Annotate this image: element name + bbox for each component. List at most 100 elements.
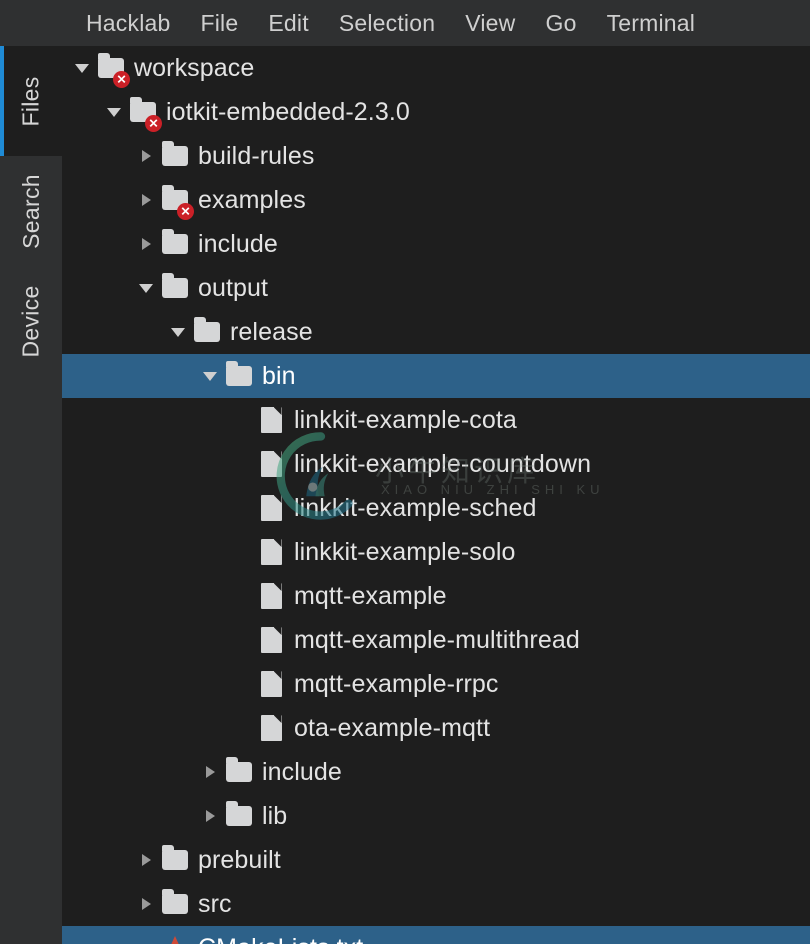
menu-item-selection[interactable]: Selection (339, 11, 435, 35)
tree-row[interactable]: prebuilt (62, 838, 810, 882)
error-badge-x: ✕ (148, 116, 159, 130)
tree-row-label: prebuilt (198, 845, 281, 874)
menu-bar: Hacklab File Edit Selection View Go Terminal (0, 0, 810, 46)
tree-row-label: linkkit-example-cota (294, 405, 517, 434)
folder-icon (222, 794, 256, 838)
tree-row[interactable]: linkkit-example-countdown (62, 442, 810, 486)
folder-icon (158, 222, 192, 266)
folder-glyph (162, 889, 188, 914)
file-icon (254, 442, 288, 486)
chevron-down-icon[interactable] (70, 46, 94, 90)
folder-icon (222, 750, 256, 794)
activity-tab-label: Files (17, 75, 44, 127)
folder-icon (190, 310, 224, 354)
tree-row[interactable]: build-rules (62, 134, 810, 178)
file-icon (254, 706, 288, 750)
twisty-placeholder (230, 398, 254, 442)
file-glyph (260, 495, 282, 521)
file-glyph (260, 627, 282, 653)
cmake-icon (158, 926, 192, 944)
twisty-placeholder (230, 486, 254, 530)
chevron-right-icon[interactable] (134, 178, 158, 222)
chevron-down-icon[interactable] (166, 310, 190, 354)
tree-row[interactable]: bin (62, 354, 810, 398)
chevron-down-icon[interactable] (198, 354, 222, 398)
file-glyph (260, 407, 282, 433)
twisty-placeholder (230, 530, 254, 574)
folder-glyph (226, 801, 252, 826)
tree-row[interactable]: linkkit-example-solo (62, 530, 810, 574)
menu-item-hacklab[interactable]: Hacklab (86, 11, 171, 35)
tree-row[interactable]: lib (62, 794, 810, 838)
folder-icon (222, 354, 256, 398)
tree-row[interactable]: ✕ examples (62, 178, 810, 222)
file-icon (254, 618, 288, 662)
tree-row-label: bin (262, 361, 296, 390)
folder-icon: ✕ (94, 46, 130, 90)
tree-row[interactable]: release (62, 310, 810, 354)
file-glyph (260, 583, 282, 609)
tree-row-label: include (262, 757, 342, 786)
chevron-right-icon[interactable] (134, 838, 158, 882)
error-badge-icon: ✕ (145, 115, 162, 132)
tree-row-label: mqtt-example-multithread (294, 625, 580, 654)
folder-glyph (162, 845, 188, 870)
cmake-glyph (164, 936, 186, 944)
tree-row-label: ota-example-mqtt (294, 713, 491, 742)
menu-item-file[interactable]: File (201, 11, 239, 35)
file-icon (254, 574, 288, 618)
menu-item-go[interactable]: Go (545, 11, 576, 35)
chevron-right-icon[interactable] (198, 750, 222, 794)
tree-row[interactable]: CMakeLists.txt (62, 926, 810, 944)
chevron-right-icon[interactable] (134, 134, 158, 178)
activity-tab-search[interactable]: Search (0, 156, 62, 266)
tree-row-label: workspace (134, 53, 255, 82)
tree-row-label: linkkit-example-countdown (294, 449, 592, 478)
file-icon (254, 662, 288, 706)
menu-item-terminal[interactable]: Terminal (607, 11, 696, 35)
tree-row[interactable]: ✕ workspace (62, 46, 810, 90)
menu-item-edit[interactable]: Edit (268, 11, 308, 35)
twisty-placeholder (230, 618, 254, 662)
file-glyph (260, 539, 282, 565)
chevron-down-icon[interactable] (134, 266, 158, 310)
file-explorer-tree[interactable]: ✕ workspace ✕ iotkit-embedded-2.3.0 build-ru… (62, 46, 810, 944)
activity-tab-label: Search (17, 173, 44, 249)
tree-row[interactable]: src (62, 882, 810, 926)
tree-row-label: release (230, 317, 313, 346)
activity-tab-files[interactable]: Files (0, 46, 62, 156)
tree-row[interactable]: ✕ iotkit-embedded-2.3.0 (62, 90, 810, 134)
tree-row[interactable]: mqtt-example-rrpc (62, 662, 810, 706)
activity-bar: Files Search Device (0, 46, 62, 944)
menu-item-view[interactable]: View (465, 11, 515, 35)
activity-tab-device[interactable]: Device (0, 266, 62, 376)
chevron-right-icon[interactable] (198, 794, 222, 838)
tree-row[interactable]: mqtt-example (62, 574, 810, 618)
chevron-right-icon[interactable] (134, 882, 158, 926)
tree-row[interactable]: ota-example-mqtt (62, 706, 810, 750)
file-glyph (260, 715, 282, 741)
tree-row-label: include (198, 229, 278, 258)
tree-row[interactable]: include (62, 750, 810, 794)
tree-row-label: mqtt-example (294, 581, 447, 610)
tree-row[interactable]: mqtt-example-multithread (62, 618, 810, 662)
twisty-placeholder (230, 442, 254, 486)
tree-row[interactable]: linkkit-example-sched (62, 486, 810, 530)
folder-glyph (226, 757, 252, 782)
file-glyph (260, 451, 282, 477)
error-badge-icon: ✕ (177, 203, 194, 220)
folder-icon: ✕ (126, 90, 162, 134)
chevron-right-icon[interactable] (134, 222, 158, 266)
tree-row[interactable]: linkkit-example-cota (62, 398, 810, 442)
tree-row[interactable]: output (62, 266, 810, 310)
twisty-placeholder (230, 662, 254, 706)
tree-row-label: linkkit-example-solo (294, 537, 516, 566)
tree-row-label: build-rules (198, 141, 315, 170)
chevron-down-icon[interactable] (102, 90, 126, 134)
tree-row-label: output (198, 273, 269, 302)
tree-row[interactable]: include (62, 222, 810, 266)
error-badge-icon: ✕ (113, 71, 130, 88)
folder-glyph (162, 229, 188, 254)
error-badge-x: ✕ (180, 204, 191, 218)
folder-icon (158, 882, 192, 926)
